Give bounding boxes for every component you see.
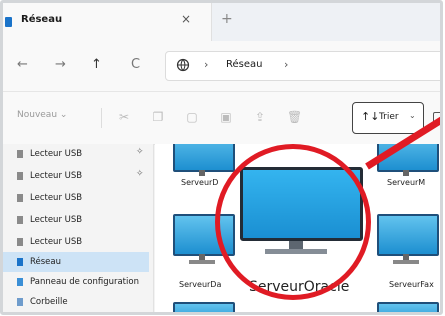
computer-item[interactable]: ServeurFax <box>377 214 440 289</box>
share-icon[interactable]: ⇪ <box>253 110 267 124</box>
computer-monitor-icon[interactable] <box>377 302 439 312</box>
sidebar-item-label: Corbeille <box>30 297 68 307</box>
computer-label: ServeurM <box>387 178 426 187</box>
sidebar-item-label: Lecteur USB <box>30 215 83 225</box>
network-globe-icon <box>176 58 190 72</box>
breadcrumb-separator-icon: › <box>204 58 209 71</box>
recycle-bin-icon <box>17 298 23 306</box>
sidebar-item-usb-2[interactable]: Lecteur USB ✧ <box>3 166 149 186</box>
paste-icon[interactable]: ▢ <box>185 110 199 124</box>
monitor-stand <box>199 170 205 176</box>
pin-icon: ✧ <box>136 147 144 157</box>
tab-reseau[interactable]: Réseau × <box>3 3 212 41</box>
sidebar-item-panneau-configuration[interactable]: Panneau de configuration <box>3 272 149 292</box>
usb-drive-icon <box>17 216 23 224</box>
computer-monitor-icon <box>377 214 439 256</box>
command-bar: Nouveau ⌄ ✂ ❐ ▢ ▣ ⇪ 🗑 ↑↓ Trier ⌄ <box>3 92 440 145</box>
usb-drive-icon <box>17 150 23 158</box>
address-toolbar: ← → ↑ C › Réseau › <box>3 41 440 92</box>
new-tab-icon[interactable]: + <box>221 11 233 27</box>
computer-label: ServeurFax <box>389 280 434 289</box>
computer-monitor-icon[interactable] <box>173 302 235 312</box>
computer-label: ServeurD <box>181 178 219 187</box>
network-folder-icon <box>5 17 12 27</box>
sidebar-item-label: Lecteur USB <box>30 171 83 181</box>
highlight-circle <box>215 144 371 300</box>
sort-label: Trier <box>379 112 399 122</box>
sidebar-item-usb-5[interactable]: Lecteur USB <box>3 232 149 252</box>
back-arrow-icon[interactable]: ← <box>17 57 28 72</box>
cut-icon[interactable]: ✂ <box>117 110 131 124</box>
delete-icon[interactable]: 🗑 <box>287 110 302 124</box>
sidebar-item-usb-3[interactable]: Lecteur USB <box>3 188 149 208</box>
monitor-base <box>189 260 215 264</box>
new-button[interactable]: Nouveau ⌄ <box>17 110 67 120</box>
usb-drive-icon <box>17 194 23 202</box>
sidebar-item-label: Lecteur USB <box>30 149 83 159</box>
refresh-icon[interactable]: C <box>131 57 140 72</box>
breadcrumb-reseau[interactable]: Réseau <box>226 59 262 70</box>
sidebar-item-usb-1[interactable]: Lecteur USB ✧ <box>3 144 149 164</box>
tab-title: Réseau <box>21 14 63 25</box>
divider <box>101 108 102 128</box>
sidebar-item-usb-4[interactable]: Lecteur USB <box>3 210 149 230</box>
network-icon <box>17 258 23 266</box>
sidebar-item-label: Lecteur USB <box>30 237 83 247</box>
explorer-window: Réseau × + ← → ↑ C › Réseau › Nouveau ⌄ … <box>0 0 443 315</box>
sort-button[interactable]: ↑↓ Trier ⌄ <box>352 102 424 134</box>
close-tab-icon[interactable]: × <box>181 12 191 26</box>
copy-icon[interactable]: ❐ <box>151 110 165 124</box>
pin-icon: ✧ <box>136 169 144 179</box>
computer-label: ServeurDa <box>179 280 222 289</box>
sidebar-item-reseau[interactable]: Réseau <box>3 252 149 272</box>
address-bar[interactable]: › Réseau › <box>165 51 440 81</box>
control-panel-icon <box>17 278 23 286</box>
breadcrumb-separator-icon[interactable]: › <box>284 58 288 71</box>
sidebar-item-label: Réseau <box>30 257 62 267</box>
sort-icon: ↑↓ <box>361 110 380 123</box>
chevron-down-icon: ⌄ <box>409 111 416 120</box>
sidebar-item-corbeille[interactable]: Corbeille <box>3 292 149 312</box>
usb-drive-icon <box>17 172 23 180</box>
rename-icon[interactable]: ▣ <box>219 110 233 124</box>
up-arrow-icon[interactable]: ↑ <box>91 57 102 72</box>
computer-monitor-icon <box>173 144 235 172</box>
sidebar-item-label: Panneau de configuration <box>30 277 139 287</box>
usb-drive-icon <box>17 238 23 246</box>
monitor-base <box>393 260 419 264</box>
forward-arrow-icon[interactable]: → <box>55 57 66 72</box>
navigation-pane: Lecteur USB ✧ Lecteur USB ✧ Lecteur USB … <box>3 144 154 312</box>
monitor-stand <box>403 170 409 176</box>
sidebar-item-label: Lecteur USB <box>30 193 83 203</box>
title-bar: Réseau × + <box>3 3 440 41</box>
